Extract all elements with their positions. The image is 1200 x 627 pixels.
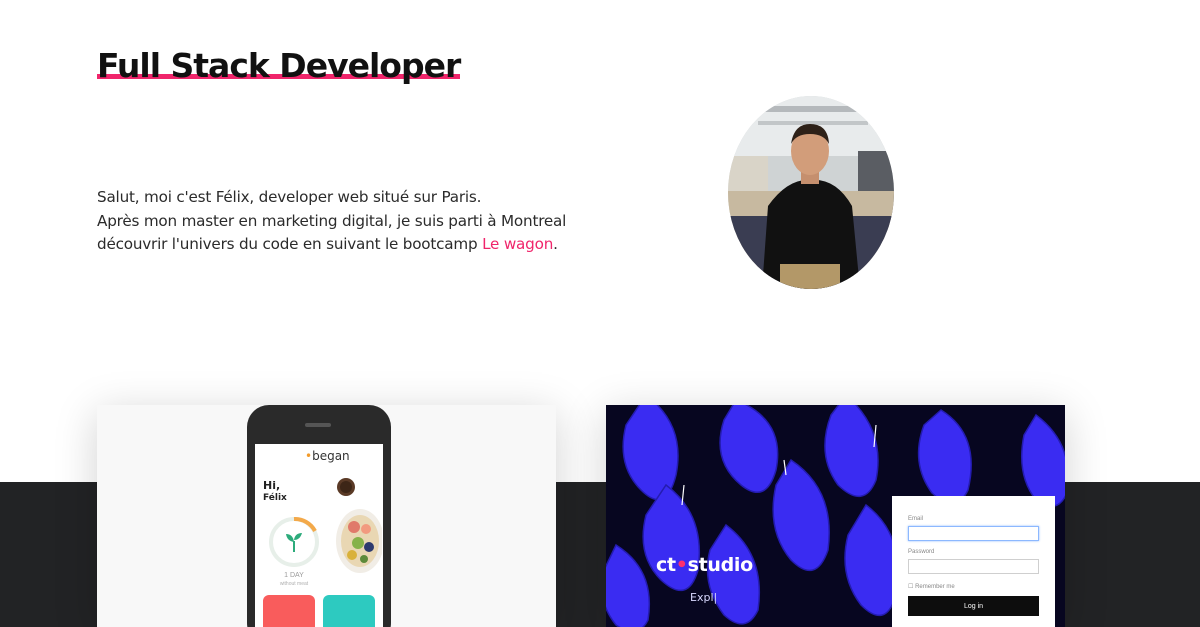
project-card-ct-studio[interactable]: ct•studio Expl| Email Password ☐ Remembe…: [606, 405, 1065, 627]
intro-line-3-end: .: [553, 235, 558, 253]
phone-speaker: [305, 423, 331, 427]
ct-studio-subtitle: Expl|: [690, 591, 718, 604]
app-greeting: Hi,: [263, 479, 281, 492]
food-bowl-image: [336, 478, 382, 573]
password-field[interactable]: [908, 559, 1039, 574]
login-form: Email Password ☐ Remember me Log in: [892, 496, 1055, 627]
project-card-began[interactable]: •began Hi, Félix 1 DAY without meat: [97, 405, 556, 627]
day-caption: without meat: [279, 581, 309, 587]
page-title-block: Full Stack Developer: [97, 44, 461, 88]
remember-me-checkbox[interactable]: ☐ Remember me: [908, 583, 955, 590]
le-wagon-link[interactable]: Le wagon: [482, 235, 553, 253]
day-counter: 1 DAY: [284, 572, 304, 579]
progress-arc: [293, 517, 317, 533]
email-field[interactable]: [908, 526, 1039, 541]
intro-line-3: découvrir l'univers du code en suivant l…: [97, 235, 483, 253]
page-title: Full Stack Developer: [97, 46, 461, 85]
password-label: Password: [908, 549, 935, 555]
intro-line-2: Après mon master en marketing digital, j…: [97, 211, 567, 230]
intro-paragraph: Salut, moi c'est Félix, developer web si…: [97, 186, 567, 257]
red-tile-button[interactable]: [263, 595, 315, 627]
checkbox-icon: ☐: [908, 584, 914, 590]
app-user-name: Félix: [263, 493, 287, 503]
login-button[interactable]: Log in: [908, 596, 1039, 616]
intro-line-1: Salut, moi c'est Félix, developer web si…: [97, 188, 482, 206]
profile-photo: [728, 96, 894, 289]
ct-studio-logo: ct•studio: [656, 554, 753, 576]
teal-tile-button[interactable]: [323, 595, 375, 627]
began-logo: •began: [305, 449, 350, 463]
email-label: Email: [908, 516, 924, 522]
